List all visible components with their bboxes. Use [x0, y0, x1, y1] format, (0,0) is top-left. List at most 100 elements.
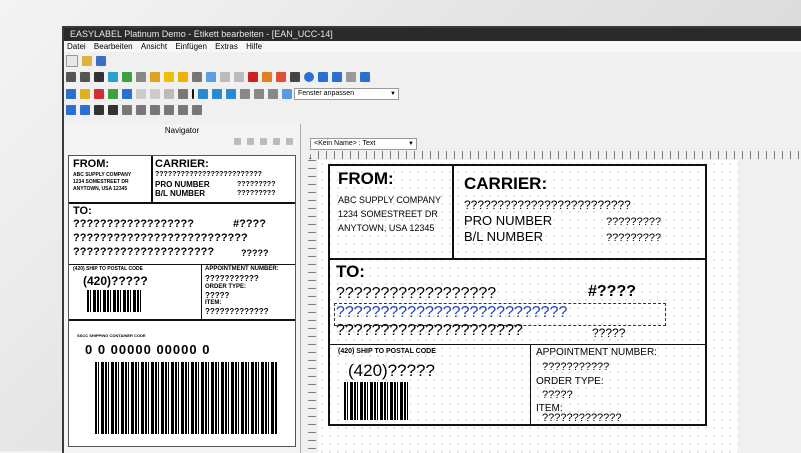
- print-icon[interactable]: [150, 72, 160, 82]
- same-width-icon[interactable]: [136, 105, 146, 115]
- from-company[interactable]: ABC SUPPLY COMPANY: [338, 195, 441, 205]
- carrier-value[interactable]: ?????????????????????????: [464, 198, 631, 212]
- from-heading[interactable]: FROM:: [338, 169, 394, 189]
- toolbar-align: [64, 103, 204, 118]
- align-icon[interactable]: [240, 89, 250, 99]
- paste-icon[interactable]: [234, 72, 244, 82]
- menu-ansicht[interactable]: Ansicht: [141, 41, 167, 52]
- vertical-ruler[interactable]: [308, 160, 316, 453]
- query-icon[interactable]: [164, 72, 174, 82]
- postal-code-barcode[interactable]: [344, 382, 410, 420]
- pointer-icon[interactable]: [282, 89, 292, 99]
- horizontal-ruler[interactable]: [318, 151, 801, 159]
- delete-icon[interactable]: [248, 72, 258, 82]
- fit-icon[interactable]: [260, 138, 267, 145]
- ship-postal-caption[interactable]: (420) SHIP TO POSTAL CODE: [338, 348, 436, 355]
- label-icon[interactable]: [178, 89, 188, 99]
- grid-icon[interactable]: [66, 72, 76, 82]
- copy-icon[interactable]: [220, 72, 230, 82]
- menu-datei[interactable]: Datei: [67, 41, 86, 52]
- line-icon[interactable]: [192, 89, 194, 99]
- marker-icon[interactable]: [94, 89, 104, 99]
- image-icon[interactable]: [108, 72, 118, 82]
- from-street[interactable]: 1234 SOMESTREET DR: [338, 209, 438, 219]
- to-heading[interactable]: TO:: [336, 262, 365, 282]
- bl-number-label[interactable]: B/L NUMBER: [464, 229, 543, 244]
- bl-number-value[interactable]: ?????????: [606, 232, 661, 244]
- align-top-icon[interactable]: [94, 105, 104, 115]
- same-size-icon[interactable]: [164, 105, 174, 115]
- appointment-label[interactable]: APPOINTMENT NUMBER:: [536, 347, 657, 358]
- thumb-bl-value: ?????????: [237, 190, 276, 197]
- barcode-icon[interactable]: [94, 72, 104, 82]
- pro-number-label[interactable]: PRO NUMBER: [464, 213, 552, 228]
- frame-icon[interactable]: [66, 89, 76, 99]
- refresh-icon[interactable]: [273, 138, 280, 145]
- link-icon[interactable]: [206, 72, 216, 82]
- box-outline-icon[interactable]: [164, 89, 174, 99]
- shape-icon[interactable]: [122, 72, 132, 82]
- align-center-icon[interactable]: [80, 105, 90, 115]
- menu-einfuegen[interactable]: Einfügen: [175, 41, 207, 52]
- box-icon[interactable]: [178, 72, 188, 82]
- to-line-3[interactable]: ?????????????????????: [336, 322, 523, 340]
- same-height-icon[interactable]: [150, 105, 160, 115]
- design-canvas[interactable]: FROM: ABC SUPPLY COMPANY 1234 SOMESTREET…: [318, 160, 738, 453]
- postal-code-value[interactable]: (420)?????: [348, 361, 435, 381]
- grid-view-icon[interactable]: [122, 89, 132, 99]
- zoom-out-icon[interactable]: [247, 138, 254, 145]
- to-line-2-selected[interactable]: ??????????????????????????: [336, 304, 567, 322]
- database-icon[interactable]: [108, 89, 118, 99]
- to-line-1[interactable]: ??????????????????: [336, 285, 496, 303]
- text-icon[interactable]: [80, 72, 90, 82]
- order-type-value[interactable]: ?????: [542, 389, 573, 401]
- info-icon[interactable]: [304, 72, 314, 82]
- back-icon[interactable]: [360, 72, 370, 82]
- pages-icon[interactable]: [150, 89, 160, 99]
- menu-hilfe[interactable]: Hilfe: [246, 41, 262, 52]
- page-icon[interactable]: [136, 89, 146, 99]
- layer-icon[interactable]: [276, 72, 286, 82]
- move-icon[interactable]: [290, 72, 300, 82]
- align-middle-icon[interactable]: [108, 105, 118, 115]
- save-icon[interactable]: [96, 56, 106, 66]
- thumb-postal-value: (420)?????: [83, 274, 148, 288]
- zoom-select[interactable]: Fenster anpassen ▼: [294, 88, 399, 100]
- from-city[interactable]: ANYTOWN, USA 12345: [338, 223, 434, 233]
- label-thumbnail[interactable]: FROM: ABC SUPPLY COMPANY 1234 SOMESTREET…: [68, 155, 296, 447]
- toolbar-file: [64, 53, 108, 68]
- zoom-in-icon[interactable]: [234, 138, 241, 145]
- space-icon[interactable]: [178, 105, 188, 115]
- order-type-label[interactable]: ORDER TYPE:: [536, 376, 604, 387]
- element-select[interactable]: <Kein Name> : Text ▼: [310, 138, 417, 150]
- settings-icon[interactable]: [286, 138, 293, 145]
- open-folder-icon[interactable]: [82, 56, 92, 66]
- carrier-heading[interactable]: CARRIER:: [464, 174, 547, 194]
- distribute-icon[interactable]: [254, 89, 264, 99]
- thumb-from-street: 1234 SOMESTREET DR: [73, 179, 129, 185]
- size-icon[interactable]: [268, 89, 278, 99]
- to-hash-value[interactable]: #????: [588, 283, 636, 301]
- align-bottom-icon[interactable]: [122, 105, 132, 115]
- thumb-order-type: ORDER TYPE:: [205, 284, 247, 290]
- to-line-3b[interactable]: ?????: [592, 326, 625, 340]
- menu-bearbeiten[interactable]: Bearbeiten: [94, 41, 133, 52]
- tools-icon[interactable]: [192, 72, 202, 82]
- warning-icon[interactable]: [80, 89, 90, 99]
- lock-icon[interactable]: [262, 72, 272, 82]
- window-icon[interactable]: [346, 72, 356, 82]
- redo-icon[interactable]: [332, 72, 342, 82]
- ellipse-icon[interactable]: [212, 89, 222, 99]
- menu-bar: Datei Bearbeiten Ansicht Einfügen Extras…: [64, 41, 801, 52]
- appointment-value[interactable]: ???????????: [542, 361, 609, 373]
- undo-icon[interactable]: [318, 72, 328, 82]
- rounded-rect-icon[interactable]: [226, 89, 236, 99]
- align-left-icon[interactable]: [66, 105, 76, 115]
- item-value[interactable]: ?????????????: [542, 412, 622, 424]
- space-vertical-icon[interactable]: [192, 105, 202, 115]
- rectangle-icon[interactable]: [198, 89, 208, 99]
- pro-number-value[interactable]: ?????????: [606, 216, 661, 228]
- table-icon[interactable]: [136, 72, 146, 82]
- menu-extras[interactable]: Extras: [215, 41, 238, 52]
- new-file-icon[interactable]: [66, 55, 78, 67]
